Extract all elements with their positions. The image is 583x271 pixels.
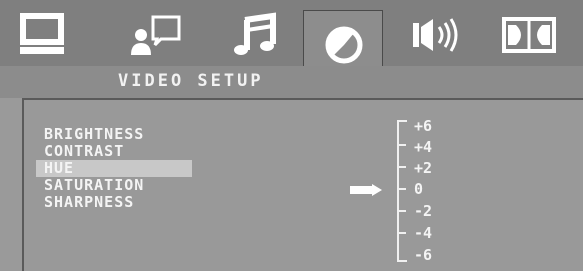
menu-item-sharpness[interactable]: SHARPNESS [42, 194, 192, 211]
monitor-icon [20, 13, 64, 54]
scale-tick [398, 166, 406, 168]
tab-language[interactable] [118, 6, 192, 64]
value-pointer-icon [350, 184, 382, 196]
title-bar [0, 66, 583, 98]
scale-tick [398, 232, 406, 234]
person-speech-icon [131, 15, 181, 55]
menu-item-contrast[interactable]: CONTRAST [42, 143, 192, 160]
scale-label: -6 [414, 246, 433, 264]
category-tab-bar [0, 0, 583, 98]
scale-label: 0 [414, 180, 424, 198]
video-dial-icon [325, 26, 363, 64]
video-setup-screen: VIDEO SETUP BRIGHTNESS CONTRAST HUE SATU… [0, 0, 583, 271]
dolby-icon [502, 17, 556, 53]
menu-item-hue[interactable]: HUE [36, 160, 192, 177]
menu-item-brightness[interactable]: BRIGHTNESS [42, 126, 192, 143]
speaker-icon [413, 18, 458, 52]
menu-item-saturation[interactable]: SATURATION [42, 177, 192, 194]
scale-bottom-cap [397, 260, 407, 262]
tab-dolby[interactable] [492, 6, 566, 64]
scale-label: +6 [414, 117, 433, 135]
tab-speaker[interactable] [400, 6, 474, 64]
scale-tick [398, 210, 406, 212]
scale-tick [398, 188, 406, 190]
scale-label: -2 [414, 202, 433, 220]
scale-label: -4 [414, 224, 433, 242]
music-note-icon [234, 12, 276, 55]
page-title: VIDEO SETUP [118, 71, 264, 91]
scale-top-cap [397, 120, 407, 122]
scale-tick [398, 144, 406, 146]
scale-label: +4 [414, 138, 433, 156]
video-settings-menu: BRIGHTNESS CONTRAST HUE SATURATION SHARP… [36, 126, 192, 211]
scale-label: +2 [414, 159, 433, 177]
tab-general[interactable] [6, 6, 80, 64]
scale-track [397, 120, 399, 262]
tab-audio[interactable] [218, 6, 292, 64]
